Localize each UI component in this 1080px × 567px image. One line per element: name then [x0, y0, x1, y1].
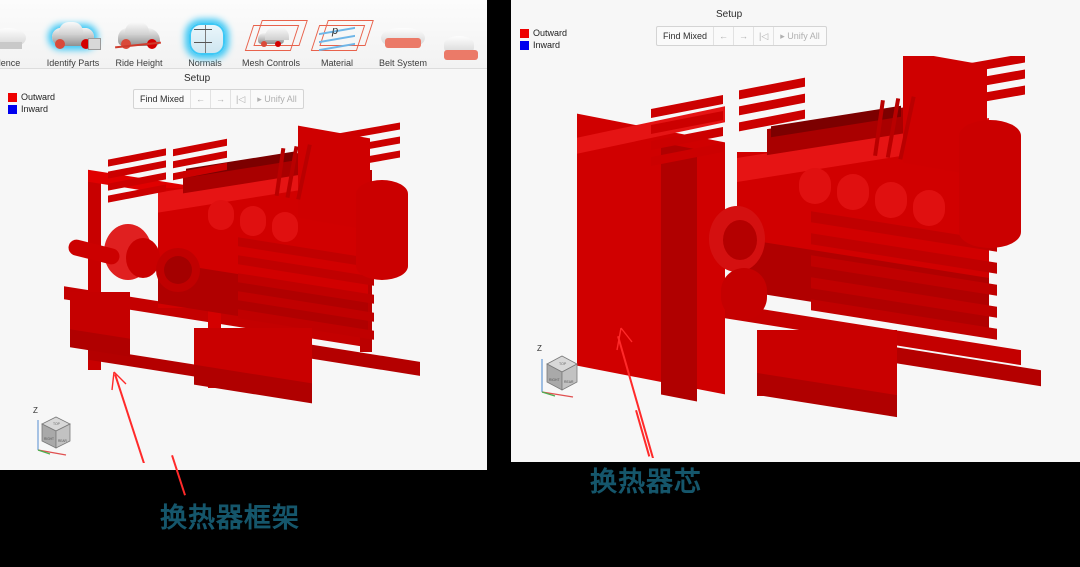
view-cube-icon[interactable]: TOP RIGHT REAR	[20, 408, 80, 460]
svg-text:TOP: TOP	[559, 362, 567, 366]
svg-text:TOP: TOP	[53, 422, 61, 426]
ribbon-label: Normals	[188, 58, 222, 68]
left-axis-z-label: Z	[33, 406, 38, 415]
legend-label-outward: Outward	[533, 28, 568, 38]
legend-label-inward: Inward	[533, 40, 561, 50]
left-ribbon-toolbar: ulence Identify Parts Ride Height	[0, 0, 487, 69]
ride-height-icon	[112, 16, 166, 56]
view-cube-icon[interactable]: TOP RIGHT REAR	[523, 346, 587, 402]
material-icon: p	[310, 16, 366, 56]
find-mixed-button[interactable]: Find Mixed	[657, 27, 715, 45]
ribbon-label: Identify Parts	[46, 58, 100, 68]
legend-row-inward: Inward	[8, 103, 55, 115]
ribbon-item-belt-system[interactable]: Belt System	[370, 2, 436, 68]
left-ribbon-strip: ulence Identify Parts Ride Height	[0, 0, 487, 68]
left-arrow-head	[111, 371, 127, 391]
right-axis-z-label: Z	[537, 344, 542, 353]
next-button[interactable]: →	[211, 90, 232, 108]
left-normals-legend: Outward Inward	[8, 91, 55, 115]
first-button[interactable]: |◁	[754, 27, 775, 45]
legend-swatch-inward	[8, 104, 17, 114]
right-setup-button-group: Find Mixed ← → |◁ ▸ Unify All	[656, 26, 827, 46]
right-viewport[interactable]: TOP RIGHT REAR Z	[511, 56, 1080, 458]
legend-swatch-inward	[520, 40, 529, 50]
right-panel: Setup Outward Inward Find Mixed ← → |◁ ▸…	[511, 0, 1080, 462]
left-setup-title: Setup	[184, 73, 211, 84]
svg-text:REAR: REAR	[564, 380, 574, 384]
ribbon-label: Ride Height	[115, 58, 163, 68]
legend-label-outward: Outward	[21, 92, 56, 102]
first-button[interactable]: |◁	[231, 90, 252, 108]
left-setup-button-group: Find Mixed ← → |◁ ▸ Unify All	[133, 89, 304, 109]
find-mixed-button[interactable]: Find Mixed	[134, 90, 192, 108]
ribbon-item-partial[interactable]	[436, 2, 487, 68]
legend-row-outward: Outward	[8, 91, 55, 103]
legend-row-inward: Inward	[520, 39, 567, 51]
ribbon-label: Material	[320, 58, 353, 68]
screenshot-root: ulence Identify Parts Ride Height	[0, 0, 1080, 567]
previous-button[interactable]: ←	[714, 27, 735, 45]
unify-all-button[interactable]: ▸ Unify All	[774, 27, 826, 45]
partial-icon	[442, 26, 487, 66]
ribbon-item-identify-parts[interactable]: Identify Parts	[40, 2, 106, 68]
belt-system-icon	[376, 16, 430, 56]
left-3d-model: TOP RIGHT REAR Z	[8, 118, 478, 463]
ribbon-item-mesh-controls[interactable]: Mesh Controls	[238, 2, 304, 68]
right-setup-title: Setup	[716, 9, 743, 20]
unify-all-button[interactable]: ▸ Unify All	[251, 90, 303, 108]
left-viewport[interactable]: TOP RIGHT REAR Z	[8, 118, 478, 463]
identify-parts-icon	[46, 16, 101, 56]
legend-swatch-outward	[520, 28, 529, 38]
right-annotation-text: 换热器芯	[590, 467, 702, 497]
ribbon-item-ride-height[interactable]: Ride Height	[106, 2, 172, 68]
ribbon-item-material[interactable]: p Material	[304, 2, 370, 68]
svg-text:RIGHT: RIGHT	[549, 378, 560, 382]
svg-text:RIGHT: RIGHT	[44, 437, 54, 441]
left-annotation-text: 换热器框架	[160, 503, 300, 533]
mesh-controls-icon	[244, 16, 300, 56]
ribbon-item-turbulence[interactable]: ulence	[0, 2, 40, 68]
ribbon-label: ulence	[0, 58, 21, 68]
ribbon-label: Mesh Controls	[241, 58, 301, 68]
right-view-cube[interactable]: TOP RIGHT REAR Z	[523, 344, 587, 402]
turbulence-icon	[0, 16, 34, 56]
legend-swatch-outward	[8, 92, 17, 102]
ribbon-item-normals[interactable]: Normals	[172, 2, 238, 68]
normals-icon	[178, 16, 232, 56]
previous-button[interactable]: ←	[191, 90, 212, 108]
svg-text:REAR: REAR	[58, 439, 68, 443]
right-normals-legend: Outward Inward	[520, 27, 567, 51]
legend-row-outward: Outward	[520, 27, 567, 39]
panel-separator	[487, 0, 511, 567]
left-view-cube[interactable]: TOP RIGHT REAR Z	[20, 406, 80, 460]
legend-label-inward: Inward	[21, 104, 49, 114]
next-button[interactable]: →	[734, 27, 755, 45]
right-arrow-head	[616, 327, 633, 351]
ribbon-label: Belt System	[378, 58, 427, 68]
right-3d-model: TOP RIGHT REAR Z	[511, 56, 1080, 458]
left-panel: ulence Identify Parts Ride Height	[0, 0, 487, 470]
